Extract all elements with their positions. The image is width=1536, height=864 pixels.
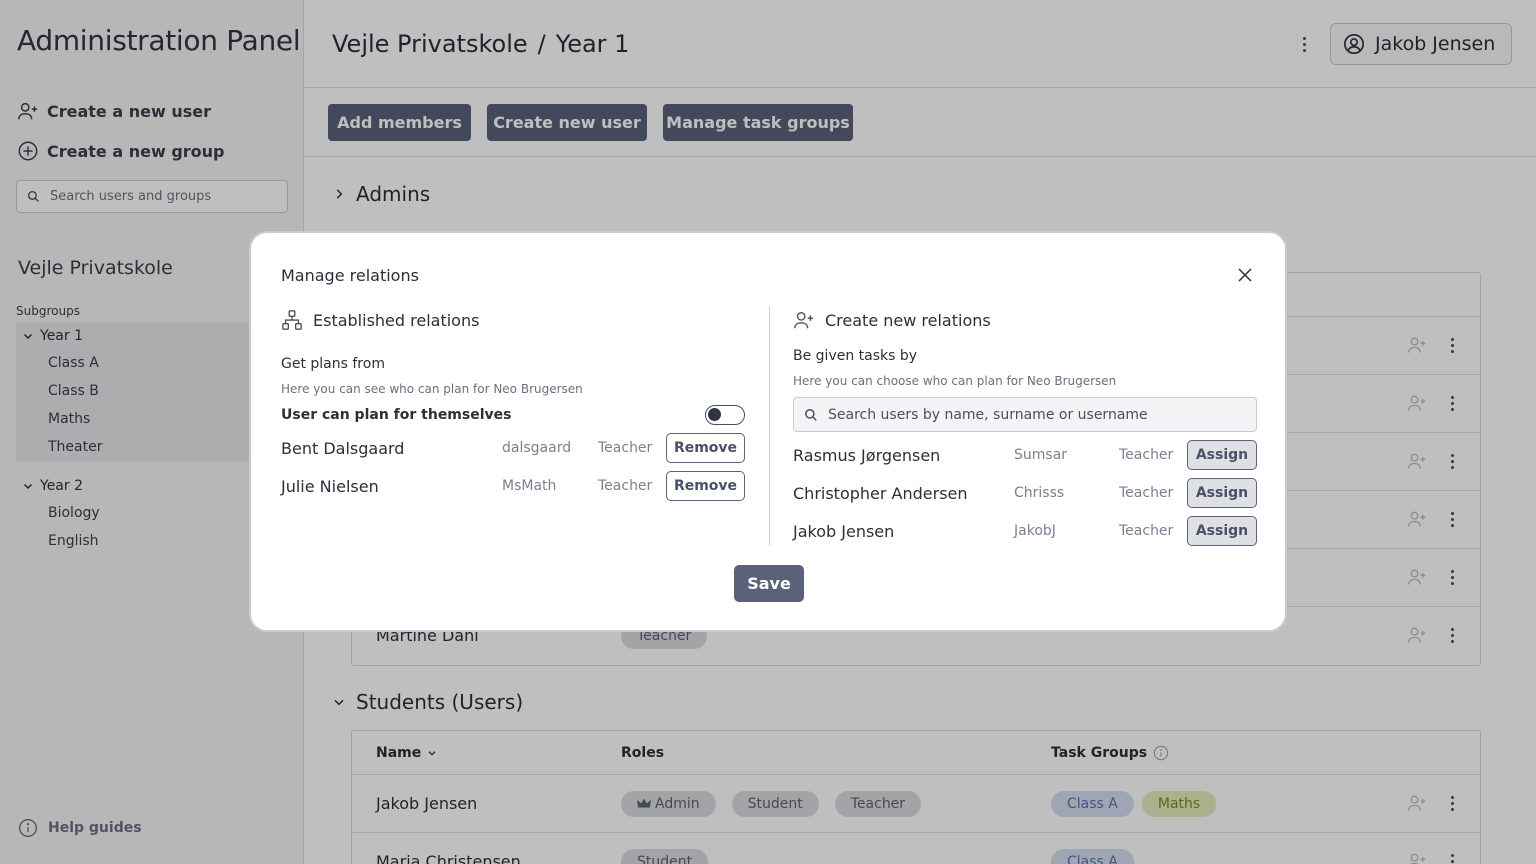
relation-username: MsMath	[502, 478, 557, 494]
candidate-row: Jakob Jensen JakobJ Teacher Assign	[793, 515, 1257, 547]
assign-button[interactable]: Assign	[1187, 478, 1257, 508]
candidate-role: Teacher	[1119, 485, 1174, 501]
candidate-name: Christopher Andersen	[793, 483, 968, 503]
relation-username: dalsgaard	[502, 440, 572, 456]
get-plans-from-title: Get plans from	[281, 356, 385, 372]
relation-row: Julie Nielsen MsMath Teacher Remove	[281, 470, 745, 502]
candidate-name: Rasmus Jørgensen	[793, 445, 941, 465]
save-button[interactable]: Save	[734, 565, 804, 602]
candidate-username: Sumsar	[1014, 447, 1068, 463]
candidate-username: JakobJ	[1014, 523, 1056, 539]
toggle-knob	[708, 408, 721, 421]
relation-role: Teacher	[598, 478, 653, 494]
remove-button[interactable]: Remove	[666, 471, 745, 501]
candidate-row: Christopher Andersen Chrisss Teacher Ass…	[793, 477, 1257, 509]
relation-search-input[interactable]: Search users by name, surname or usernam…	[793, 397, 1257, 432]
candidate-role: Teacher	[1119, 523, 1174, 539]
column-divider	[769, 307, 770, 545]
remove-button[interactable]: Remove	[666, 433, 745, 463]
create-relations-heading: Create new relations	[793, 309, 991, 331]
get-plans-from-desc: Here you can see who can plan for Neo Br…	[281, 382, 583, 396]
established-relations-label: Established relations	[313, 310, 480, 330]
be-given-tasks-title: Be given tasks by	[793, 348, 918, 364]
relation-name: Julie Nielsen	[281, 476, 379, 496]
candidate-role: Teacher	[1119, 447, 1174, 463]
candidate-row: Rasmus Jørgensen Sumsar Teacher Assign	[793, 439, 1257, 471]
candidate-name: Jakob Jensen	[793, 521, 895, 541]
candidate-username: Chrisss	[1014, 485, 1065, 501]
dialog-title: Manage relations	[281, 266, 419, 285]
hierarchy-icon	[282, 310, 302, 330]
relation-row: Bent Dalsgaard dalsgaard Teacher Remove	[281, 432, 745, 464]
relation-search-placeholder: Search users by name, surname or usernam…	[828, 406, 1148, 423]
assign-button[interactable]: Assign	[1187, 516, 1257, 546]
search-icon	[805, 408, 817, 421]
assign-button[interactable]: Assign	[1187, 440, 1257, 470]
create-relations-label: Create new relations	[825, 310, 991, 330]
relation-role: Teacher	[598, 440, 653, 456]
relation-name: Bent Dalsgaard	[281, 438, 405, 458]
established-relations-heading: Established relations	[281, 309, 479, 331]
be-given-tasks-desc: Here you can choose who can plan for Neo…	[793, 374, 1117, 388]
self-plan-label: User can plan for themselves	[281, 407, 512, 423]
add-user-icon	[794, 311, 814, 329]
self-plan-toggle[interactable]	[705, 405, 745, 425]
close-icon[interactable]	[1236, 266, 1254, 284]
manage-relations-dialog: Manage relations Established relations G…	[249, 231, 1287, 632]
